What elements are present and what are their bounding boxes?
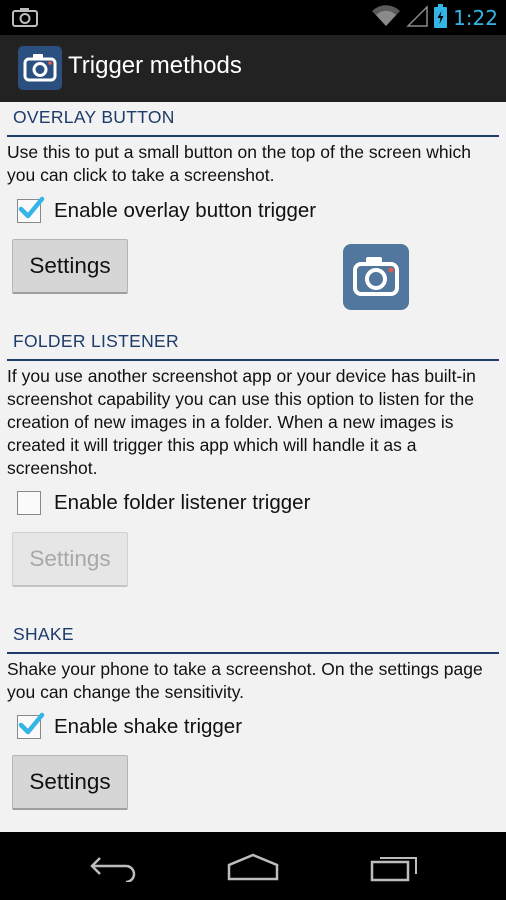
- section-header-folder: FOLDER LISTENER: [13, 331, 179, 351]
- app-camera-icon[interactable]: [18, 46, 62, 90]
- folder-description: If you use another screenshot app or you…: [7, 366, 476, 478]
- shake-description: Shake your phone to take a screenshot. O…: [7, 659, 483, 702]
- home-icon[interactable]: [226, 852, 280, 886]
- section-divider: [7, 652, 499, 654]
- battery-charging-icon: [434, 4, 448, 32]
- overlay-button-preview-icon: [343, 244, 409, 310]
- section-divider: [7, 135, 499, 137]
- recent-apps-icon[interactable]: [370, 852, 420, 886]
- overlay-checkbox-label: Enable overlay button trigger: [54, 199, 317, 222]
- shake-checkbox-row[interactable]: Enable shake trigger: [17, 712, 242, 742]
- back-icon[interactable]: [88, 852, 138, 886]
- status-time: 1:22: [453, 6, 498, 30]
- overlay-settings-button[interactable]: Settings: [12, 239, 128, 294]
- wifi-icon: [372, 5, 401, 31]
- section-header-overlay: OVERLAY BUTTON: [13, 107, 175, 127]
- shake-checkbox[interactable]: [17, 712, 45, 739]
- overlay-description: Use this to put a small button on the to…: [7, 142, 472, 185]
- shake-settings-button[interactable]: Settings: [12, 755, 128, 810]
- action-bar: Trigger methods: [0, 35, 506, 103]
- folder-settings-button[interactable]: Settings: [12, 532, 128, 587]
- checkmark-icon: [18, 712, 45, 735]
- page-title: Trigger methods: [68, 52, 242, 79]
- section-divider: [7, 359, 499, 361]
- settings-content[interactable]: OVERLAY BUTTON Use this to put a small b…: [0, 102, 506, 832]
- folder-checkbox-row[interactable]: Enable folder listener trigger: [17, 488, 310, 518]
- folder-checkbox-label: Enable folder listener trigger: [54, 491, 311, 514]
- shake-checkbox-label: Enable shake trigger: [54, 715, 243, 738]
- status-bar: 1:22: [0, 0, 506, 35]
- navigation-bar: [0, 832, 506, 900]
- overlay-checkbox[interactable]: [17, 196, 45, 223]
- section-header-shake: SHAKE: [13, 624, 74, 644]
- overlay-checkbox-row[interactable]: Enable overlay button trigger: [17, 196, 316, 226]
- folder-checkbox[interactable]: [17, 491, 41, 515]
- cell-signal-icon: [406, 5, 428, 31]
- checkmark-icon: [18, 196, 45, 219]
- screenshot-notification-icon: [12, 7, 38, 31]
